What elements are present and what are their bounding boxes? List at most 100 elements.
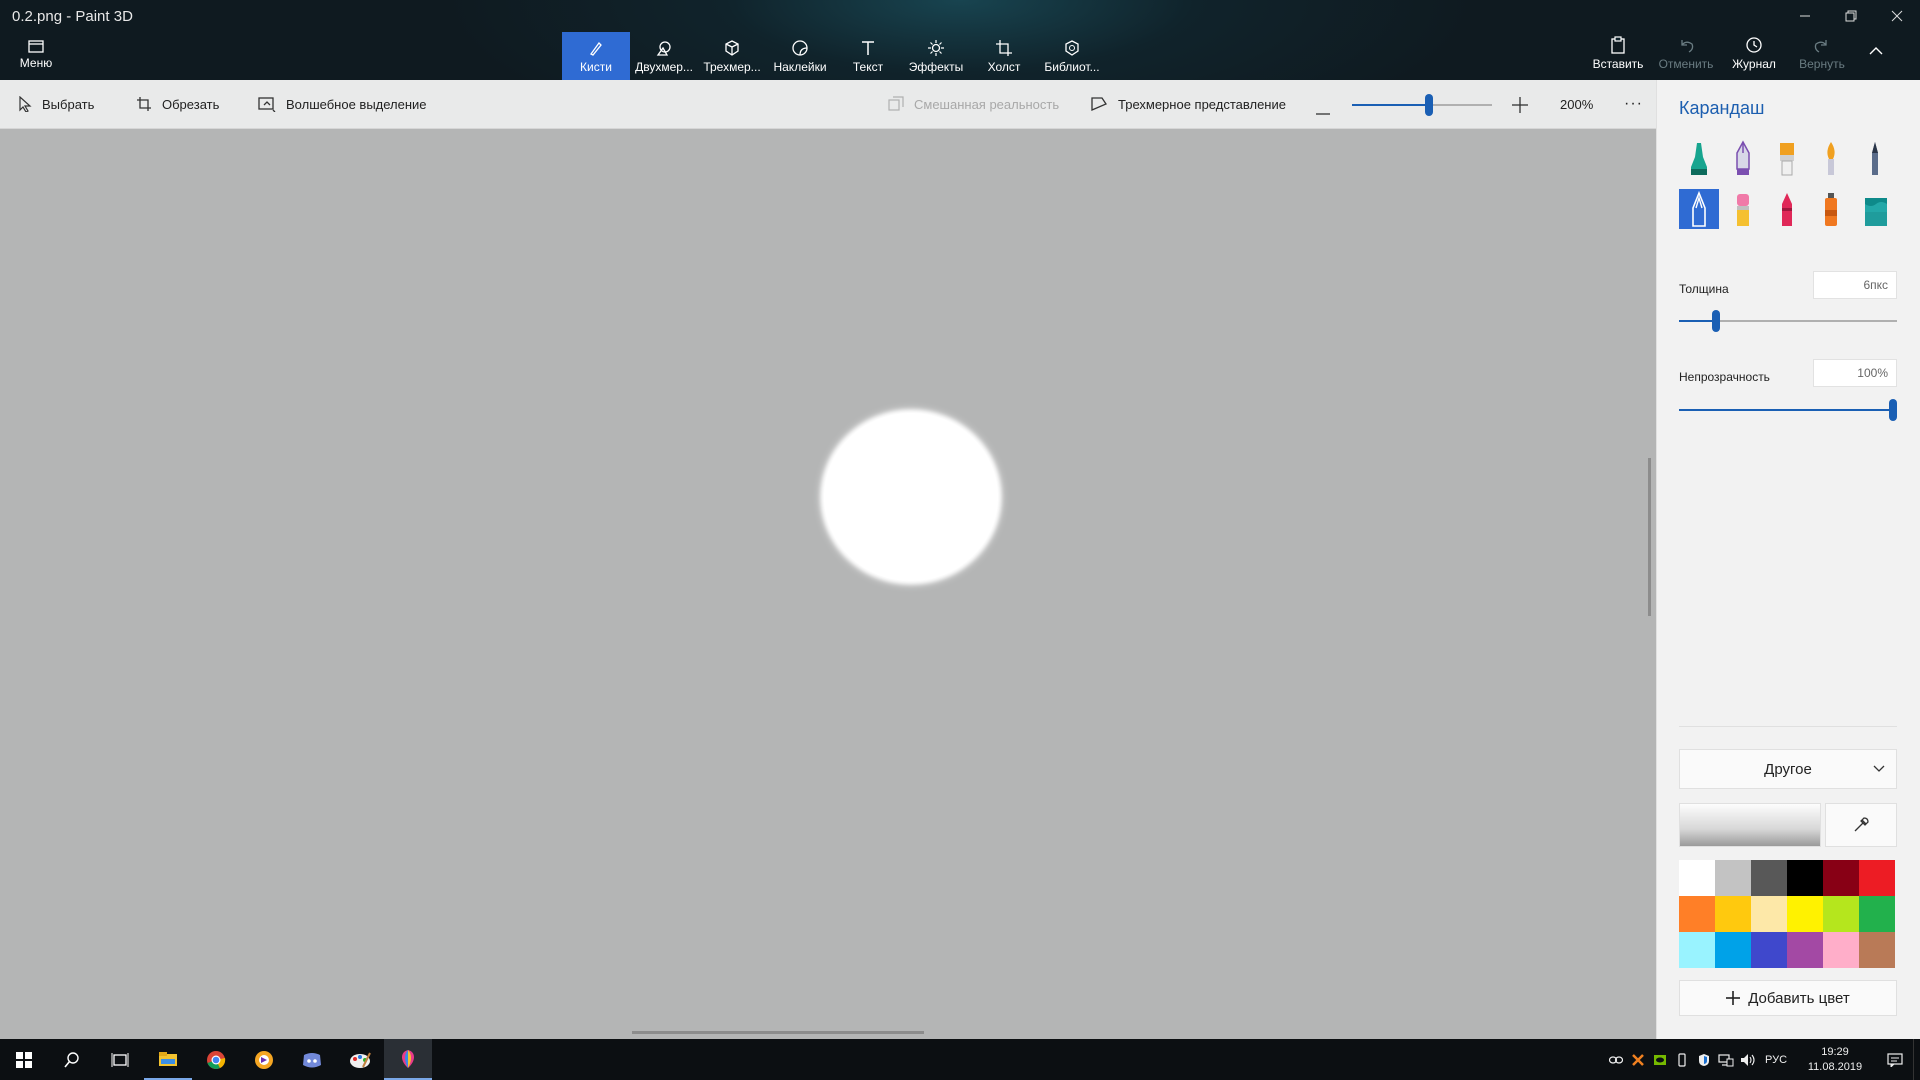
brush-eraser[interactable]	[1723, 189, 1763, 229]
link-tray[interactable]	[1605, 1055, 1627, 1065]
palette-color-swatch[interactable]	[1787, 896, 1823, 932]
file-explorer-taskbar[interactable]	[144, 1039, 192, 1080]
palette-color-swatch[interactable]	[1859, 860, 1895, 896]
zoom-slider[interactable]	[1352, 94, 1492, 116]
start-button[interactable]	[0, 1039, 48, 1080]
opacity-slider-thumb[interactable]	[1889, 399, 1897, 421]
show-desktop-button[interactable]	[1913, 1039, 1920, 1080]
vertical-scrollbar[interactable]	[1648, 458, 1651, 616]
undo-button[interactable]: Отменить	[1652, 36, 1720, 71]
brush-calligraphy-pen[interactable]	[1723, 138, 1763, 178]
undo-icon	[1681, 40, 1694, 53]
tab-label: Эффекты	[908, 59, 964, 74]
palette-color-swatch[interactable]	[1787, 932, 1823, 968]
palette-color-swatch[interactable]	[1679, 860, 1715, 896]
menu-label: Меню	[19, 56, 53, 70]
palette-color-swatch[interactable]	[1679, 932, 1715, 968]
plus-icon	[1726, 991, 1741, 1005]
select-button[interactable]: Выбрать	[18, 96, 94, 112]
brush-fill-bucket[interactable]	[1855, 189, 1895, 229]
usb-device-icon	[1678, 1052, 1686, 1067]
thickness-input[interactable]: 6пкс	[1813, 271, 1897, 299]
canvas-toolbar: Выбрать Обрезать Волшебное выделение Сме…	[0, 80, 1656, 129]
tab-brushes[interactable]: Кисти	[562, 32, 630, 80]
paint-3d-taskbar[interactable]	[384, 1039, 432, 1080]
language-indicator[interactable]: РУС	[1759, 1054, 1793, 1066]
zoom-slider-thumb[interactable]	[1425, 94, 1433, 116]
discord-taskbar[interactable]	[288, 1039, 336, 1080]
paint-taskbar[interactable]	[336, 1039, 384, 1080]
palette-color-swatch[interactable]	[1715, 860, 1751, 896]
brush-pencil[interactable]	[1679, 189, 1719, 229]
opacity-slider[interactable]	[1679, 399, 1897, 421]
brush-marker[interactable]	[1679, 138, 1719, 178]
history-button[interactable]: Журнал	[1720, 36, 1788, 71]
tab-text[interactable]: Текст	[834, 32, 902, 80]
drawing-canvas[interactable]	[0, 129, 1656, 1039]
search-button[interactable]	[48, 1039, 96, 1080]
minimize-icon	[1800, 15, 1810, 17]
tab-library[interactable]: Библиот...	[1038, 32, 1106, 80]
brush-crayon[interactable]	[1767, 189, 1807, 229]
horizontal-scrollbar[interactable]	[632, 1031, 924, 1034]
network-tray[interactable]	[1715, 1053, 1737, 1067]
tab-2d-shapes[interactable]: Двухмер...	[630, 32, 698, 80]
xsplit-tray[interactable]	[1627, 1053, 1649, 1067]
usb-tray[interactable]	[1671, 1052, 1693, 1067]
shield-tray[interactable]	[1693, 1053, 1715, 1067]
clock[interactable]: 19:29 11.08.2019	[1793, 1045, 1877, 1075]
close-button[interactable]	[1874, 0, 1920, 32]
nvidia-tray[interactable]	[1649, 1054, 1671, 1066]
mixed-reality-button[interactable]: Смешанная реальность	[888, 96, 1059, 112]
tab-effects[interactable]: Эффекты	[902, 32, 970, 80]
task-view-button[interactable]	[96, 1039, 144, 1080]
brush-pixel-pen[interactable]	[1855, 138, 1895, 178]
magic-select-button[interactable]: Волшебное выделение	[258, 96, 427, 112]
eyedropper-button[interactable]	[1825, 803, 1897, 847]
eyedropper-icon	[1854, 817, 1869, 832]
palette-color-swatch[interactable]	[1823, 896, 1859, 932]
palette-color-swatch[interactable]	[1751, 860, 1787, 896]
menu-button[interactable]: Меню	[16, 38, 56, 70]
palette-color-swatch[interactable]	[1679, 896, 1715, 932]
restore-button[interactable]	[1828, 0, 1874, 32]
palette-color-swatch[interactable]	[1715, 932, 1751, 968]
thickness-slider[interactable]	[1679, 310, 1897, 332]
tab-3d-shapes[interactable]: Трехмер...	[698, 32, 766, 80]
zoom-in-button[interactable]	[1512, 97, 1528, 116]
chevron-up-icon	[1869, 47, 1883, 55]
more-options-button[interactable]: ···	[1624, 95, 1643, 113]
3d-shapes-icon	[725, 39, 739, 56]
zoom-out-button[interactable]	[1316, 103, 1330, 118]
chrome-taskbar[interactable]	[192, 1039, 240, 1080]
crop-button[interactable]: Обрезать	[136, 96, 219, 112]
notifications-button[interactable]	[1877, 1052, 1913, 1067]
more-icon: ···	[1624, 95, 1643, 112]
redo-button[interactable]: Вернуть	[1788, 36, 1856, 71]
tab-stickers[interactable]: Наклейки	[766, 32, 834, 80]
view-3d-button[interactable]: Трехмерное представление	[1090, 96, 1286, 112]
thickness-slider-thumb[interactable]	[1712, 310, 1720, 332]
palette-color-swatch[interactable]	[1751, 932, 1787, 968]
paste-button[interactable]: Вставить	[1584, 36, 1652, 71]
color-type-dropdown[interactable]: Другое	[1679, 749, 1897, 789]
palette-color-swatch[interactable]	[1715, 896, 1751, 932]
palette-color-swatch[interactable]	[1859, 932, 1895, 968]
tab-canvas[interactable]: Холст	[970, 32, 1038, 80]
brush-oil-brush[interactable]	[1767, 138, 1807, 178]
volume-tray[interactable]	[1737, 1053, 1759, 1067]
select-label: Выбрать	[42, 96, 95, 112]
brush-watercolor[interactable]	[1811, 138, 1851, 178]
collapse-ribbon-button[interactable]	[1856, 36, 1896, 71]
palette-color-swatch[interactable]	[1859, 896, 1895, 932]
palette-color-swatch[interactable]	[1751, 896, 1787, 932]
opacity-input[interactable]: 100%	[1813, 359, 1897, 387]
brush-spray-can[interactable]	[1811, 189, 1851, 229]
palette-color-swatch[interactable]	[1823, 932, 1859, 968]
add-color-button[interactable]: Добавить цвет	[1679, 980, 1897, 1016]
minimize-button[interactable]	[1782, 0, 1828, 32]
current-color-swatch[interactable]	[1679, 803, 1821, 847]
palette-color-swatch[interactable]	[1823, 860, 1859, 896]
browser-taskbar[interactable]	[240, 1039, 288, 1080]
palette-color-swatch[interactable]	[1787, 860, 1823, 896]
